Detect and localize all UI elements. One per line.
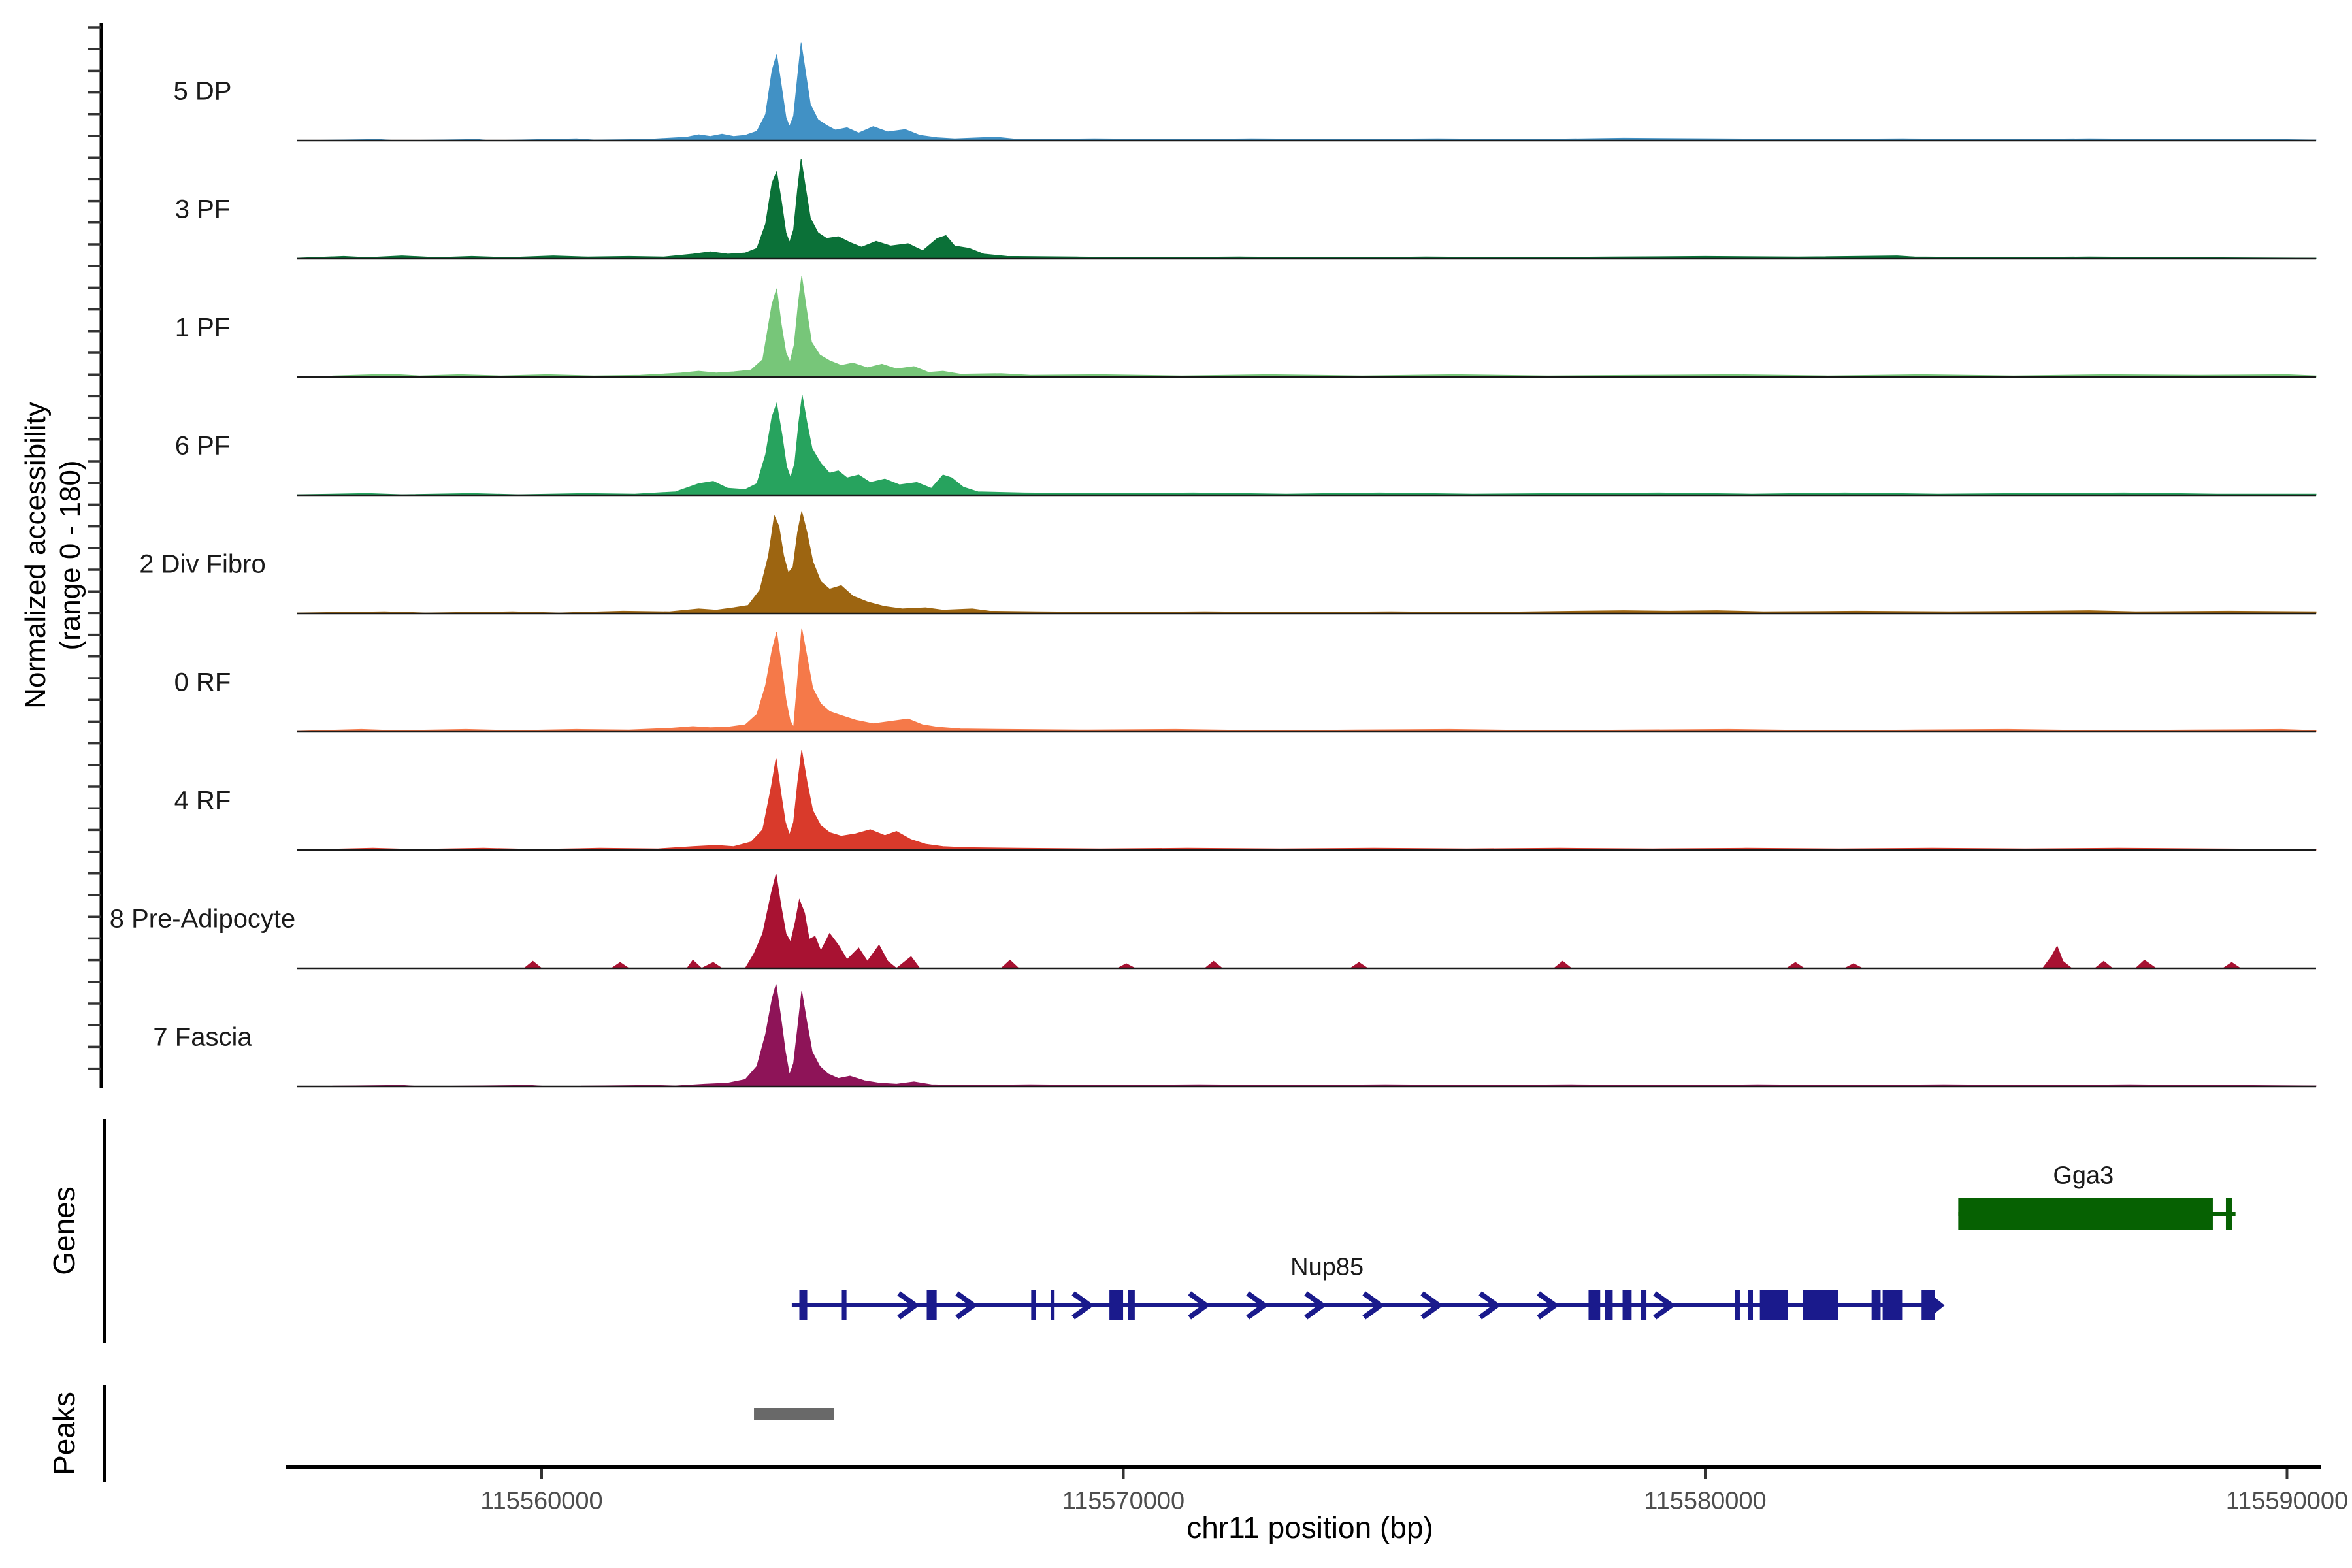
gene-exon-nup85 (1031, 1290, 1036, 1320)
track-area-3-pf (297, 159, 2316, 259)
track-label-7-fascia: 7 Fascia (153, 1023, 252, 1053)
peaks-section-label: Peaks (46, 1392, 82, 1475)
track-area-0-rf (297, 629, 2316, 732)
track-label-0-rf: 0 RF (174, 668, 231, 698)
track-label-6-pf: 6 PF (175, 432, 230, 461)
track-area-2-div-fibro (297, 512, 2316, 613)
track-area-8-pre-adipocyte (297, 874, 2316, 968)
track-label-4-rf: 4 RF (174, 787, 231, 816)
gene-exon-nup85 (1128, 1290, 1135, 1320)
gene-exon-nup85 (1641, 1290, 1646, 1320)
x-tick-label: 115580000 (1644, 1488, 1766, 1516)
x-tick-label: 115570000 (1062, 1488, 1184, 1516)
peak-bar (754, 1408, 834, 1420)
gene-label-nup85: Nup85 (1290, 1254, 1364, 1282)
gene-exon-nup85 (1748, 1290, 1753, 1320)
track-label-5-dp: 5 DP (174, 77, 232, 106)
track-area-4-rf (297, 750, 2316, 850)
gene-exon-nup85 (1872, 1290, 1881, 1320)
track-label-3-pf: 3 PF (175, 195, 230, 225)
gene-exon-nup85 (1051, 1290, 1054, 1320)
y-axis-label-line1: Normalized accessibility (20, 402, 52, 708)
gene-exon-nup85 (927, 1290, 937, 1320)
gene-label-gga3: Gga3 (2053, 1162, 2114, 1190)
gene-exon-nup85 (799, 1290, 807, 1320)
x-axis-title: chr11 position (bp) (1186, 1510, 1433, 1545)
plot-canvas (0, 0, 2352, 1568)
track-label-8-pre-adipocyte: 8 Pre-Adipocyte (110, 905, 296, 934)
x-tick-label: 115590000 (2226, 1488, 2348, 1516)
track-area-1-pf (297, 276, 2316, 377)
gene-exon-nup85 (1760, 1290, 1788, 1320)
track-area-7-fascia (297, 985, 2316, 1086)
gene-exon-nup85 (1883, 1290, 1903, 1320)
track-label-1-pf: 1 PF (175, 314, 230, 343)
gene-exon-nup85 (1588, 1290, 1600, 1320)
gene-exon-nup85 (1109, 1290, 1123, 1320)
gene-exon-nup85 (1735, 1290, 1740, 1320)
track-area-5-dp (297, 43, 2316, 140)
gene-exon-nup85 (1623, 1290, 1632, 1320)
track-label-2-div-fibro: 2 Div Fibro (139, 550, 265, 580)
gene-exon-nup85 (841, 1290, 846, 1320)
x-tick-label: 115560000 (480, 1488, 602, 1516)
gene-exon-nup85 (1803, 1290, 1838, 1320)
track-area-6-pf (297, 395, 2316, 495)
gene-exon-gga3 (2226, 1198, 2232, 1230)
coverage-plot-figure: Normalized accessibility (range 0 - 180)… (0, 0, 2352, 1568)
gene-exon-nup85 (1605, 1290, 1612, 1320)
y-axis-label-line2: (range 0 - 180) (54, 460, 87, 650)
genes-section-label: Genes (46, 1186, 82, 1275)
gene-exon-gga3 (1958, 1198, 2213, 1230)
